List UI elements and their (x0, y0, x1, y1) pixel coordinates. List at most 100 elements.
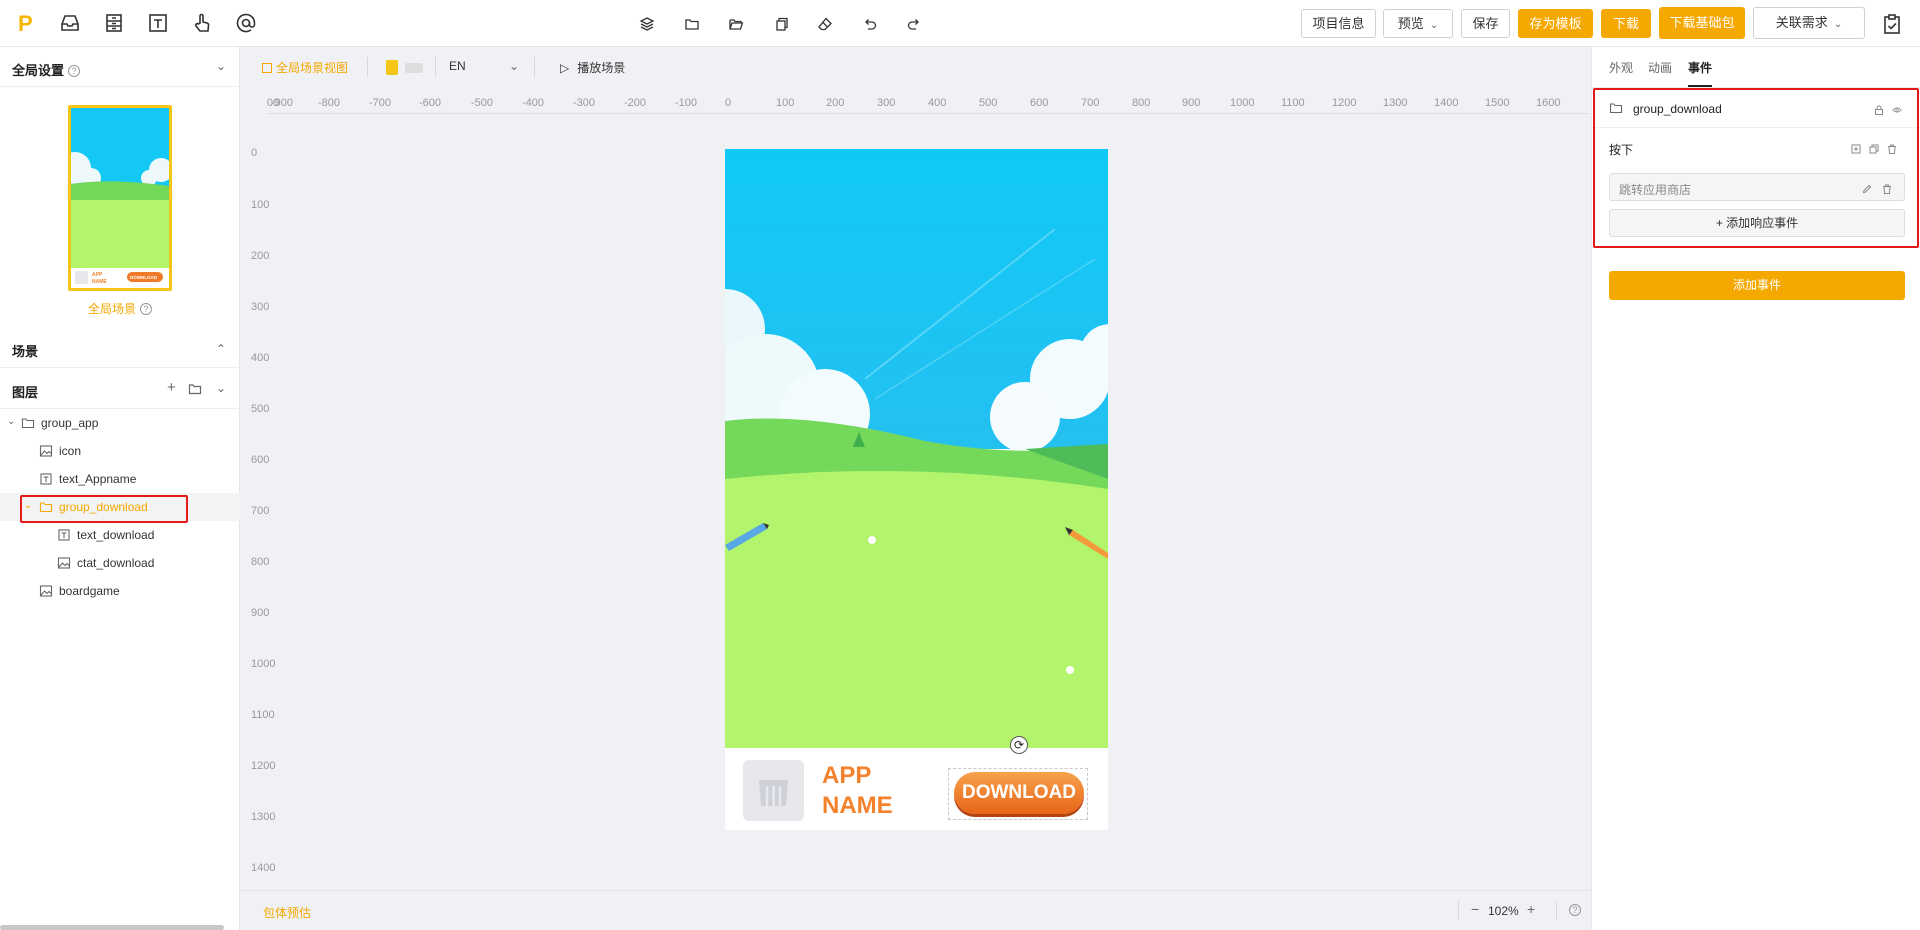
ruler-tick: -300 (573, 97, 596, 109)
ruler-tick: -200 (624, 97, 647, 109)
save-template-button[interactable]: 存为模板 (1518, 9, 1593, 38)
download-cta-button[interactable]: DOWNLOAD (954, 772, 1084, 814)
global-settings-header[interactable]: 全局设置? ⌄ (0, 47, 240, 87)
layer-text-download[interactable]: text_download (0, 521, 240, 549)
ruler-tick: 1000 (251, 658, 276, 670)
copy-icon[interactable] (773, 16, 789, 32)
app-name-text[interactable]: APP NAME (822, 761, 942, 821)
caret-down-icon[interactable]: ⌄ (7, 416, 15, 427)
project-info-button[interactable]: 项目信息 (1301, 9, 1376, 38)
layer-icon[interactable]: icon (0, 437, 240, 465)
tab-animation[interactable]: 动画 (1648, 59, 1672, 76)
add-event-button[interactable]: 添加事件 (1609, 271, 1905, 300)
thumbnail-download-text: DOWNLOAD (130, 275, 158, 280)
horizontal-scrollbar[interactable] (0, 925, 224, 930)
divider (367, 57, 368, 77)
help-icon[interactable]: ? (1569, 904, 1581, 916)
app-icon-placeholder[interactable] (743, 760, 804, 821)
scene-canvas[interactable] (725, 149, 1108, 830)
canvas-status-bar: 包体预估 − 102% + ? (241, 890, 1590, 930)
ruler-tick: -600 (419, 97, 442, 109)
global-view-label: 全局场景视图 (276, 61, 349, 75)
chevron-up-icon[interactable]: ⌃ (216, 342, 226, 356)
clipboard-check-icon[interactable] (1881, 13, 1903, 35)
ruler-tick: -100 (675, 97, 698, 109)
mention-icon[interactable] (235, 12, 257, 34)
package-estimate-link[interactable]: 包体预估 (263, 904, 311, 921)
layer-label: group_app (41, 416, 99, 430)
related-requirements-dropdown[interactable]: 关联需求 ⌄ (1753, 7, 1865, 39)
preview-label: 预览 (1397, 16, 1424, 31)
layers-title: 图层 (12, 385, 39, 400)
layers-icon[interactable] (639, 16, 655, 32)
chevron-down-icon[interactable]: ⌄ (509, 59, 519, 73)
ruler-tick: 1400 (251, 862, 276, 874)
divider (435, 57, 436, 77)
ruler-tick: 800 (251, 556, 270, 568)
ruler-tick: 400 (251, 352, 270, 364)
folder-icon[interactable] (684, 16, 700, 32)
add-layer-icon[interactable]: + (167, 379, 176, 396)
chevron-down-icon[interactable]: ⌄ (216, 59, 226, 73)
color-swatch-yellow[interactable] (386, 60, 398, 75)
ruler-tick: 1200 (251, 760, 276, 772)
layer-boardgame[interactable]: boardgame (0, 577, 240, 605)
new-folder-icon[interactable] (188, 382, 202, 396)
chevron-down-icon[interactable]: ⌄ (216, 381, 226, 395)
ruler-tick: 700 (251, 505, 270, 517)
folder-icon (21, 416, 35, 430)
help-icon[interactable]: ? (68, 65, 81, 77)
ruler-tick: 800 (1132, 97, 1151, 109)
ruler-tick: 1500 (1485, 97, 1510, 109)
image-icon (39, 444, 53, 458)
layer-ctat-download[interactable]: ctat_download (0, 549, 240, 577)
redo-icon[interactable] (906, 16, 922, 32)
rotate-handle-icon[interactable]: ⟳ (1010, 736, 1028, 754)
tab-events[interactable]: 事件 (1688, 59, 1712, 76)
global-scene-thumbnail[interactable]: APP NAME DOWNLOAD (68, 105, 172, 291)
thumbnail-app-text: APP (92, 272, 103, 278)
folder-open-icon[interactable] (728, 16, 744, 32)
download-base-button[interactable]: 下载基础包 (1659, 7, 1745, 39)
undo-icon[interactable] (862, 16, 878, 32)
text-tool-icon[interactable] (147, 12, 169, 34)
ruler-tick: 100 (776, 97, 795, 109)
scene-thumbnail-art: APP NAME DOWNLOAD (71, 108, 169, 288)
eraser-icon[interactable] (817, 16, 833, 32)
play-scene-button[interactable]: ▷ 播放场景 (560, 59, 625, 76)
scene-header[interactable]: 场景 ⌃ (0, 328, 240, 368)
ruler-tick: 400 (928, 97, 947, 109)
ruler-tick: 500 (979, 97, 998, 109)
ruler-tick: 1600 (1536, 97, 1561, 109)
download-button[interactable]: 下载 (1601, 9, 1651, 38)
layer-label: text_download (77, 528, 155, 542)
language-label[interactable]: EN (449, 59, 466, 73)
canvas-toolbar: 全局场景视图 EN ⌄ ▷ 播放场景 (241, 47, 1590, 87)
layer-group-app[interactable]: ⌄ group_app (0, 409, 240, 437)
save-button[interactable]: 保存 (1461, 9, 1510, 38)
layer-text-appname[interactable]: text_Appname (0, 465, 240, 493)
related-label: 关联需求 (1775, 15, 1828, 30)
ruler-tick: -700 (369, 97, 392, 109)
download-cta-selection[interactable]: DOWNLOAD (948, 768, 1088, 820)
ruler-tick: 1100 (251, 709, 275, 721)
zoom-out-icon[interactable]: − (1471, 901, 1479, 917)
tab-appearance[interactable]: 外观 (1609, 59, 1633, 76)
archive-icon[interactable] (103, 12, 125, 34)
event-highlight (1593, 88, 1919, 248)
help-icon[interactable]: ? (140, 303, 152, 315)
color-swatch-gray[interactable] (405, 63, 423, 73)
global-scene-view-toggle[interactable]: 全局场景视图 (262, 59, 348, 76)
zoom-in-icon[interactable]: + (1527, 901, 1535, 917)
inbox-icon[interactable] (59, 12, 81, 34)
app-banner: APP NAME DOWNLOAD (725, 748, 1108, 830)
app-name-line1: APP (822, 762, 872, 789)
frame-icon (262, 63, 272, 73)
left-panel: 全局设置? ⌄ APP NAME DOWNLOAD 全局场景? 场景 ⌃ 图层 … (0, 47, 240, 930)
preview-dropdown[interactable]: 预览 ⌄ (1383, 9, 1453, 38)
vertical-ruler: 0 100 200 300 400 500 600 700 800 900 10… (241, 88, 275, 888)
divider (534, 57, 535, 77)
zoom-level: 102% (1488, 904, 1519, 918)
divider (1556, 901, 1557, 919)
touch-icon[interactable] (191, 12, 213, 34)
